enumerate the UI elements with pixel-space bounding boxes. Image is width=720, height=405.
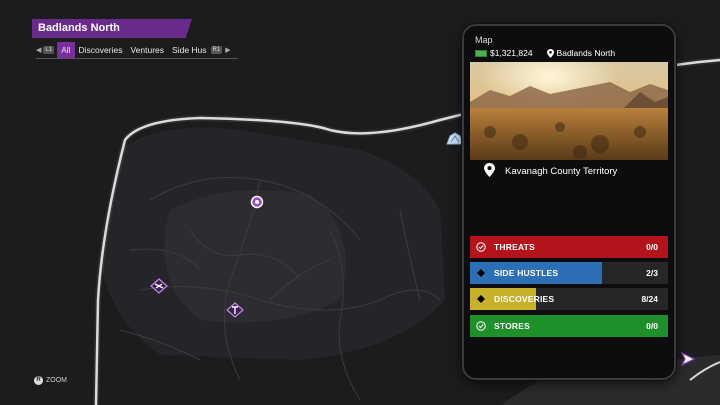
location-pin-icon (546, 48, 554, 58)
money-value: $1,321,824 (490, 48, 533, 58)
tab-ventures[interactable]: Ventures (126, 42, 168, 58)
map-filter-bar: ◀ L1 All Discoveries Ventures Side Hus R… (36, 41, 238, 59)
category-label: SIDE HUSTLES (494, 268, 559, 278)
r1-button-icon[interactable]: R1 (210, 45, 223, 54)
cash-icon (475, 49, 487, 57)
diamond-icon (476, 268, 486, 278)
zoom-label: ZOOM (46, 377, 67, 384)
checkmark-icon (476, 242, 486, 252)
side-hustle-marker-icon[interactable] (150, 278, 168, 294)
r-stick-button-icon: R (34, 376, 43, 385)
category-discoveries[interactable]: DISCOVERIES 8/24 (470, 288, 668, 310)
venture-marker-icon[interactable] (226, 302, 244, 318)
phone-stats: $1,321,824 Badlands North (475, 48, 665, 58)
zoom-hint: R ZOOM (34, 376, 67, 385)
category-label: STORES (494, 321, 530, 331)
checkmark-icon (476, 321, 486, 331)
region-title: Badlands North (32, 19, 192, 38)
l1-button-icon[interactable]: L1 (43, 45, 55, 54)
chevron-right-icon[interactable]: ▶ (225, 46, 230, 54)
discovery-marker-icon[interactable] (250, 195, 264, 209)
category-side-hustles[interactable]: SIDE HUSTLES 2/3 (470, 262, 668, 284)
tab-all[interactable]: All (57, 41, 75, 58)
category-count: 2/3 (646, 268, 658, 278)
category-label: DISCOVERIES (494, 294, 555, 304)
category-count: 0/0 (646, 242, 658, 252)
category-count: 0/0 (646, 321, 658, 331)
category-threats[interactable]: THREATS 0/0 (470, 236, 668, 258)
player-marker-icon[interactable] (678, 350, 698, 368)
location-name: Badlands North (556, 48, 616, 58)
location-display: Badlands North (546, 48, 616, 58)
territory-photo (470, 62, 668, 160)
territory-info: Kavanagh County Territory (470, 160, 668, 182)
territory-name: Kavanagh County Territory (505, 165, 618, 177)
location-pin-icon (484, 162, 495, 180)
category-count: 8/24 (641, 294, 658, 304)
money-display: $1,321,824 (475, 48, 533, 58)
tab-discoveries[interactable]: Discoveries (75, 42, 127, 58)
diamond-icon (476, 294, 486, 304)
phone-title: Map (475, 35, 493, 45)
tab-side-hustles[interactable]: Side Hus (168, 42, 211, 58)
category-label: THREATS (494, 242, 535, 252)
chevron-left-icon[interactable]: ◀ (36, 46, 41, 54)
category-stores[interactable]: STORES 0/0 (470, 315, 668, 337)
